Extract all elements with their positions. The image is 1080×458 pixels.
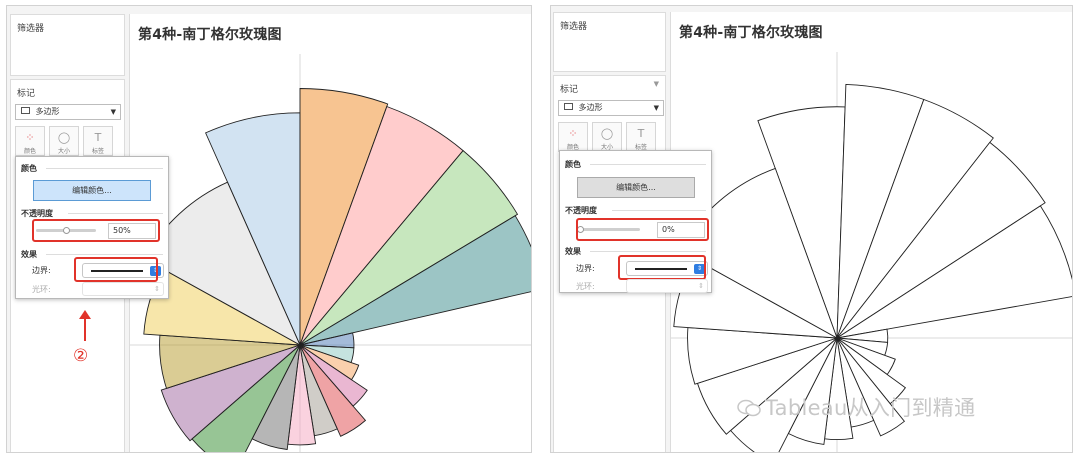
- marks-title: 标记: [17, 89, 36, 99]
- filters-shelf[interactable]: 筛选器: [553, 12, 666, 72]
- color-button[interactable]: ⁘ 颜色: [558, 122, 588, 152]
- chevron-down-icon: ▼: [110, 108, 116, 116]
- polygon-icon: [564, 103, 573, 110]
- watermark: Tableau从入门到精通: [737, 392, 975, 422]
- edit-colors-button[interactable]: 编辑颜色...: [577, 177, 695, 198]
- opacity-section-header: 不透明度: [565, 206, 597, 215]
- color-section-header: 颜色: [565, 160, 581, 169]
- size-icon: ◯: [57, 131, 71, 144]
- highlight-box-border: [74, 257, 158, 282]
- color-section-header: 颜色: [21, 164, 37, 173]
- edit-colors-button[interactable]: 编辑颜色...: [33, 180, 151, 201]
- divider: [68, 213, 163, 214]
- filters-shelf[interactable]: 筛选器: [10, 14, 125, 76]
- worksheet-canvas[interactable]: 第4种-南丁格尔玫瑰图: [670, 12, 1072, 452]
- size-icon: ◯: [600, 127, 614, 140]
- label-button[interactable]: T 标签: [626, 122, 656, 152]
- arrow-up-icon: [79, 310, 91, 341]
- divider: [46, 254, 163, 255]
- label-icon: T: [637, 127, 645, 140]
- effects-section-header: 效果: [565, 247, 581, 256]
- halo-dropdown[interactable]: ⇕: [82, 282, 164, 296]
- tableau-window-right: 筛选器 标记 ▼ 多边形 ▼ ⁘ 颜色 ◯ 大小 T 标签 第4种-南丁格尔玫瑰…: [550, 5, 1073, 453]
- size-button[interactable]: ◯ 大小: [592, 122, 622, 152]
- color-button[interactable]: ⁘ 颜色: [15, 126, 45, 156]
- divider: [590, 251, 706, 252]
- halo-label: 光环:: [576, 282, 595, 291]
- rose-chart-left: [130, 54, 531, 452]
- opacity-section-header: 不透明度: [21, 209, 53, 218]
- chevron-down-icon[interactable]: ▼: [654, 80, 659, 88]
- color-popup: 颜色 编辑颜色... 不透明度 50% 效果 边界: ⇕ 光环: ⇕: [15, 156, 169, 299]
- filters-title: 筛选器: [560, 22, 588, 32]
- step-marker: ②: [73, 346, 89, 366]
- highlight-box-opacity: [576, 218, 709, 241]
- border-label: 边界:: [576, 264, 595, 273]
- spinner-icon: ⇕: [698, 282, 704, 290]
- divider: [590, 164, 706, 165]
- border-label: 边界:: [32, 266, 51, 275]
- watermark-text: Tableau从入门到精通: [765, 396, 976, 420]
- highlight-box-border: [618, 255, 706, 280]
- filters-title: 筛选器: [17, 24, 45, 34]
- mark-type-label: 多边形: [35, 107, 60, 116]
- size-button[interactable]: ◯ 大小: [49, 126, 79, 156]
- mark-type-label: 多边形: [578, 103, 603, 112]
- rose-chart-right: [671, 52, 1072, 452]
- worksheet-canvas[interactable]: 第4种-南丁格尔玫瑰图: [129, 14, 531, 452]
- mark-type-dropdown[interactable]: 多边形 ▼: [15, 104, 121, 120]
- color-dots-icon: ⁘: [25, 131, 35, 144]
- color-button-label: 颜色: [23, 148, 36, 155]
- halo-label: 光环:: [32, 285, 51, 294]
- highlight-box-opacity: [32, 219, 160, 242]
- color-popup: 颜色 编辑颜色... 不透明度 0% 效果 边界: ⇕ 光环: ⇕: [559, 150, 712, 293]
- spinner-icon: ⇕: [154, 285, 160, 293]
- wechat-icon: [737, 399, 761, 417]
- label-icon: T: [94, 131, 102, 144]
- polygon-icon: [21, 107, 30, 114]
- divider: [612, 210, 706, 211]
- label-button[interactable]: T 标签: [83, 126, 113, 156]
- effects-section-header: 效果: [21, 250, 37, 259]
- divider: [46, 168, 163, 169]
- marks-title: 标记: [560, 85, 579, 95]
- halo-dropdown[interactable]: ⇕: [626, 279, 708, 293]
- tableau-window-left: 筛选器 标记 多边形 ▼ ⁘ 颜色 ◯ 大小 T 标签 第4种-南丁格尔玫瑰图 …: [6, 5, 532, 453]
- color-dots-icon: ⁘: [568, 127, 578, 140]
- mark-type-dropdown[interactable]: 多边形 ▼: [558, 100, 664, 116]
- size-button-label: 大小: [57, 148, 70, 155]
- label-button-label: 标签: [91, 148, 104, 155]
- chevron-down-icon: ▼: [653, 104, 659, 112]
